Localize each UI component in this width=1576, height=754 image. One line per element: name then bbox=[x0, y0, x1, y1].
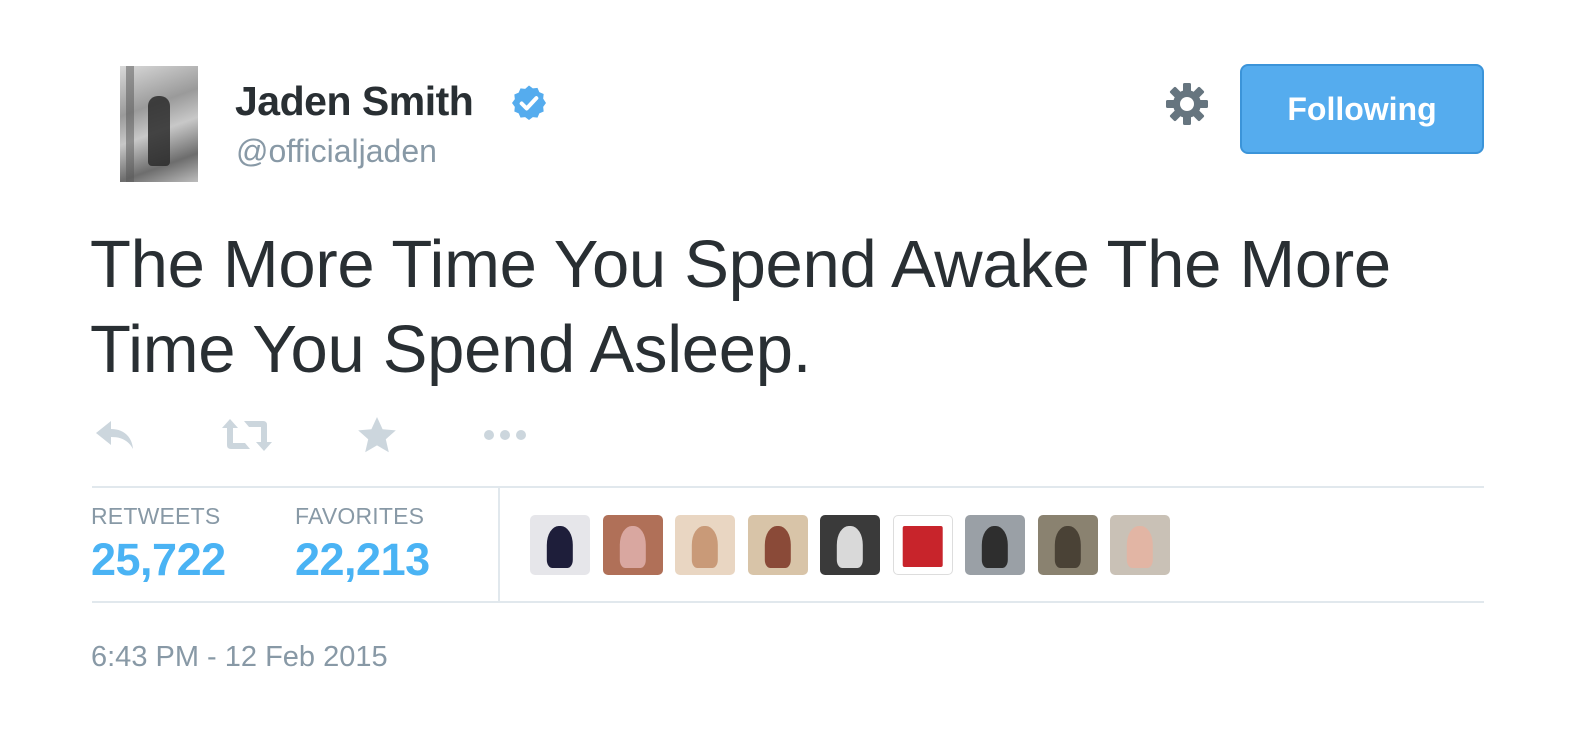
avatar-background-tree bbox=[126, 66, 134, 182]
favorite-button[interactable] bbox=[356, 410, 398, 460]
retweets-stat[interactable]: RETWEETS 25,722 bbox=[91, 503, 226, 586]
favorite-icon bbox=[358, 417, 396, 453]
reply-button[interactable] bbox=[93, 410, 139, 460]
favoriter-avatar[interactable] bbox=[965, 515, 1025, 575]
avatar-figure bbox=[148, 96, 170, 166]
tweet-text: The More Time You Spend Awake The More T… bbox=[90, 227, 1391, 387]
favoriters-avatars bbox=[530, 515, 1183, 575]
user-display-name[interactable]: Jaden Smith bbox=[235, 78, 474, 125]
verified-badge-icon bbox=[512, 85, 546, 120]
favoriter-avatar[interactable] bbox=[747, 515, 808, 575]
user-handle[interactable]: @officialjaden bbox=[236, 133, 437, 170]
stats-vertical-divider bbox=[498, 487, 500, 601]
favorites-label: FAVORITES bbox=[295, 503, 425, 529]
stats-top-divider bbox=[92, 486, 1484, 488]
reply-icon bbox=[96, 421, 133, 449]
favoriter-avatar[interactable] bbox=[892, 515, 953, 575]
favoriter-avatar[interactable] bbox=[1110, 515, 1170, 575]
favoriter-avatar[interactable] bbox=[1037, 515, 1098, 575]
user-avatar[interactable] bbox=[120, 66, 198, 182]
favoriter-avatar[interactable] bbox=[675, 515, 735, 575]
stats-bottom-divider bbox=[92, 601, 1484, 603]
favoriter-avatar[interactable] bbox=[530, 515, 590, 575]
favoriter-avatar[interactable] bbox=[820, 515, 880, 575]
retweets-label: RETWEETS bbox=[91, 503, 221, 529]
favoriter-avatar[interactable] bbox=[602, 515, 663, 575]
favorites-stat[interactable]: FAVORITES 22,213 bbox=[295, 503, 430, 586]
more-icon bbox=[484, 430, 526, 440]
retweet-button[interactable] bbox=[220, 410, 274, 460]
retweet-icon bbox=[222, 419, 272, 451]
retweets-count: 25,722 bbox=[91, 534, 226, 585]
favorites-count: 22,213 bbox=[295, 534, 430, 585]
more-button[interactable] bbox=[481, 410, 531, 460]
tweet-timestamp[interactable]: 6:43 PM - 12 Feb 2015 bbox=[91, 641, 388, 674]
gear-icon[interactable] bbox=[1163, 80, 1211, 128]
following-button[interactable]: Following bbox=[1240, 64, 1484, 154]
